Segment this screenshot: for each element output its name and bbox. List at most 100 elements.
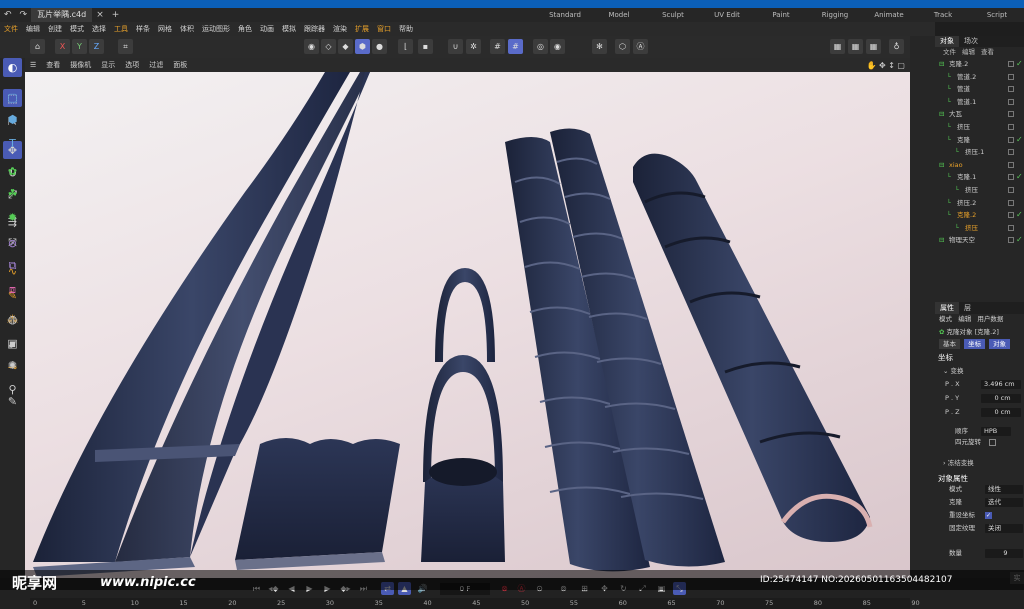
teapot-icon[interactable]: ♁ [889,39,904,54]
visibility-toggle[interactable] [1008,186,1014,193]
layout-tab[interactable]: Model [592,11,646,19]
vp-menu-display[interactable]: 显示 [96,60,120,70]
tree-toggle-icon[interactable]: └ [947,121,951,134]
mode-select[interactable]: 线性 [985,485,1023,494]
menu-tracker[interactable]: 跟踪器 [300,24,329,34]
text-icon[interactable]: T [3,134,22,153]
tab-takes[interactable]: 场次 [959,36,983,47]
fracture-icon[interactable]: ☘ [3,184,22,203]
render-icon[interactable]: Ⓐ [633,39,648,54]
layout-tab[interactable]: Rigging [808,11,862,19]
px-field[interactable]: 3.496 cm [981,380,1021,389]
tree-toggle-icon[interactable]: └ [947,209,951,222]
cube-icon[interactable]: ⬢ [3,110,22,129]
menu-render[interactable]: 渲染 [329,24,351,34]
object-row[interactable]: └ 克隆.2 ✓ [935,209,1024,222]
tab-coord[interactable]: 坐标 [964,339,986,349]
cube-primitive-icon[interactable]: ◐ [3,58,22,77]
quat-checkbox[interactable] [989,439,996,446]
object-row[interactable]: └ 挤压.1 [935,146,1024,159]
tree-toggle-icon[interactable]: └ [947,71,951,84]
object-row[interactable]: └ 挤压 [935,184,1024,197]
camera-icon[interactable]: ▣ [3,334,22,353]
tab-basic[interactable]: 基本 [939,339,960,349]
axis-x-toggle[interactable]: X [55,39,70,54]
clone-select[interactable]: 迭代 [985,498,1023,507]
visibility-toggle[interactable] [1008,161,1014,168]
polygons-mode-icon[interactable]: ◆ [338,39,353,54]
visibility-toggle[interactable] [1008,224,1014,231]
render-settings-icon[interactable]: ⬡ [615,39,630,54]
am-menu-userdata[interactable]: 用户数据 [977,315,1003,323]
render-view-icon[interactable]: ▦ [830,39,845,54]
menu-character[interactable]: 角色 [234,24,256,34]
visibility-toggle[interactable] [1008,237,1014,244]
om-menu-file[interactable]: 文件 [943,47,956,58]
object-row[interactable]: └ 挤压 [935,222,1024,235]
tree-toggle-icon[interactable]: ⊟ [939,234,944,247]
3d-viewport[interactable] [25,72,910,578]
cloner-icon[interactable]: ✿ [3,162,22,181]
tree-toggle-icon[interactable]: ⊟ [939,108,944,121]
vp-menu-panel[interactable]: 面板 [168,60,192,70]
viewport-nav-icons[interactable]: ✋ ✥ ↕ ▢ [861,61,910,70]
close-icon[interactable]: × [92,10,108,20]
visibility-toggle[interactable] [1008,149,1014,156]
undo-icon[interactable]: ↶ [0,10,16,20]
object-row[interactable]: ⊟ 大瓦 [935,108,1024,121]
visibility-toggle[interactable] [1008,73,1014,80]
chevron-right-icon[interactable]: › [943,459,946,467]
menu-mesh[interactable]: 网格 [154,24,176,34]
quantize-icon[interactable]: # [490,39,505,54]
layout-tab[interactable]: UV Edit [700,11,754,19]
field-icon[interactable]: ⧉ [3,256,22,275]
menu-animate[interactable]: 动画 [256,24,278,34]
om-menu-edit[interactable]: 编辑 [962,47,975,58]
object-row[interactable]: └ 挤压.2 [935,197,1024,210]
object-row[interactable]: └ 管道.2 [935,71,1024,84]
visibility-toggle[interactable] [1008,212,1014,219]
visibility-toggle[interactable] [1008,86,1014,93]
tab-layers[interactable]: 层 [959,302,976,314]
grid-icon[interactable]: ▪ [418,39,433,54]
solo-hierarchy-icon[interactable]: ◉ [550,39,565,54]
solo-icon[interactable]: ◎ [533,39,548,54]
menu-mograph[interactable]: 运动图形 [198,24,234,34]
count-field[interactable]: 9 [985,549,1023,558]
visibility-toggle[interactable] [1008,174,1014,181]
visibility-toggle[interactable] [1008,199,1014,206]
tab-objects[interactable]: 对象 [935,36,959,47]
tab-attributes[interactable]: 属性 [935,302,959,314]
object-row[interactable]: └ 管道 [935,83,1024,96]
menu-window[interactable]: 窗口 [373,24,395,34]
layout-tab[interactable]: Track [916,11,970,19]
menu-help[interactable]: 帮助 [395,24,417,34]
texture-mode-icon[interactable]: ● [372,39,387,54]
menu-file[interactable]: 文件 [0,24,22,34]
edges-mode-icon[interactable]: ◇ [321,39,336,54]
menu-select[interactable]: 选择 [88,24,110,34]
tree-toggle-icon[interactable]: └ [955,222,959,235]
layout-tab[interactable]: Animate [862,11,916,19]
enabled-check-icon[interactable]: ✓ [1016,171,1023,184]
tab-object[interactable]: 对象 [989,339,1011,349]
vp-menu-filter[interactable]: 过滤 [144,60,168,70]
visibility-toggle[interactable] [1008,111,1014,118]
effector-icon[interactable]: ✹ [3,208,22,227]
model-mode-icon[interactable]: ⬢ [355,39,370,54]
menu-create[interactable]: 创建 [44,24,66,34]
undo-history-icon[interactable]: ⌂ [30,39,45,54]
tree-toggle-icon[interactable]: ⊟ [939,159,944,172]
tree-toggle-icon[interactable]: └ [947,96,951,109]
vp-menu-camera[interactable]: 摄像机 [65,60,96,70]
tree-toggle-icon[interactable]: └ [947,134,951,147]
fixclone-checkbox[interactable]: ✓ [985,512,992,519]
pz-field[interactable]: 0 cm [981,408,1021,417]
object-row[interactable]: └ 管道.1 [935,96,1024,109]
tree-toggle-icon[interactable]: └ [947,197,951,210]
tree-toggle-icon[interactable]: └ [955,184,959,197]
om-menu-view[interactable]: 查看 [981,47,994,58]
redo-icon[interactable]: ↷ [16,10,32,20]
visibility-toggle[interactable] [1008,61,1014,67]
settings-icon[interactable]: ✻ [592,39,607,54]
